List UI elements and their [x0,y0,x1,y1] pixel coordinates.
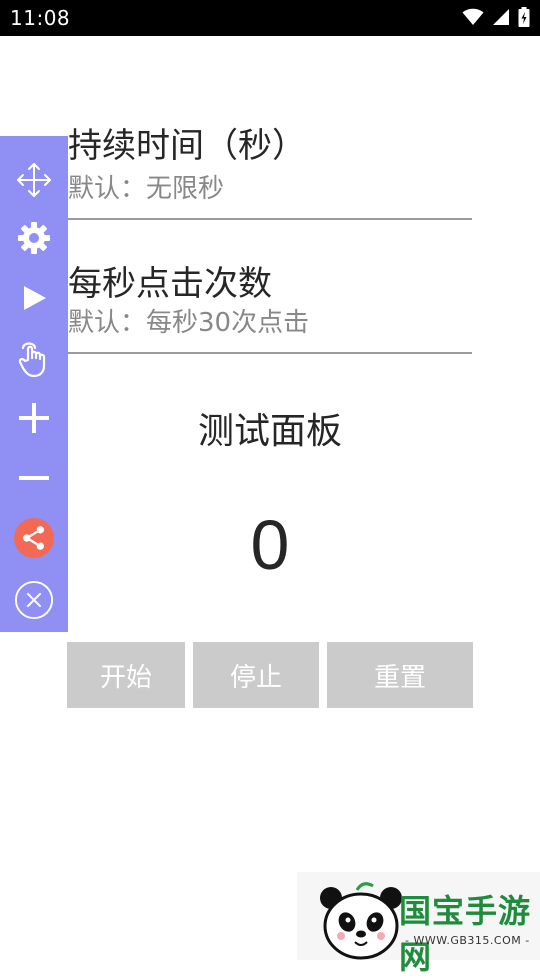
signal-icon [493,9,509,25]
wifi-icon [462,8,484,25]
status-bar: 11:08 [0,0,540,36]
clicks-underline [68,352,472,354]
status-time: 11:08 [10,6,71,30]
plus-icon[interactable] [14,398,54,438]
play-icon[interactable] [14,278,54,318]
move-icon[interactable] [14,160,54,200]
watermark-brand: 国宝手游网 [399,892,532,976]
clicks-hint: 默认：每秒30次点击 [68,308,310,338]
minus-icon[interactable] [14,458,54,498]
start-button[interactable]: 开始 [67,642,185,708]
duration-hint: 默认：无限秒 [68,174,225,204]
click-counter: 0 [250,506,290,584]
clicks-title: 每秒点击次数 [68,264,272,304]
battery-icon [518,7,530,27]
gear-icon[interactable] [14,218,54,258]
watermark: 国宝手游网 - WWW.GB315.COM - [297,872,540,976]
panda-logo-icon [320,882,402,960]
close-icon[interactable] [14,580,54,620]
duration-title: 持续时间（秒） [68,126,306,166]
share-icon[interactable] [14,518,54,558]
reset-button[interactable]: 重置 [327,642,473,708]
duration-underline [68,218,472,220]
stop-button[interactable]: 停止 [193,642,319,708]
test-panel-title: 测试面板 [197,411,342,452]
floating-toolbar [0,136,68,632]
system-icons [462,7,530,27]
tap-gesture-icon[interactable] [14,338,54,378]
duration-field[interactable]: 持续时间（秒） 默认：无限秒 [68,110,472,222]
watermark-url: - WWW.GB315.COM - [405,934,530,947]
clicks-per-second-field[interactable]: 每秒点击次数 默认：每秒30次点击 [68,244,472,356]
